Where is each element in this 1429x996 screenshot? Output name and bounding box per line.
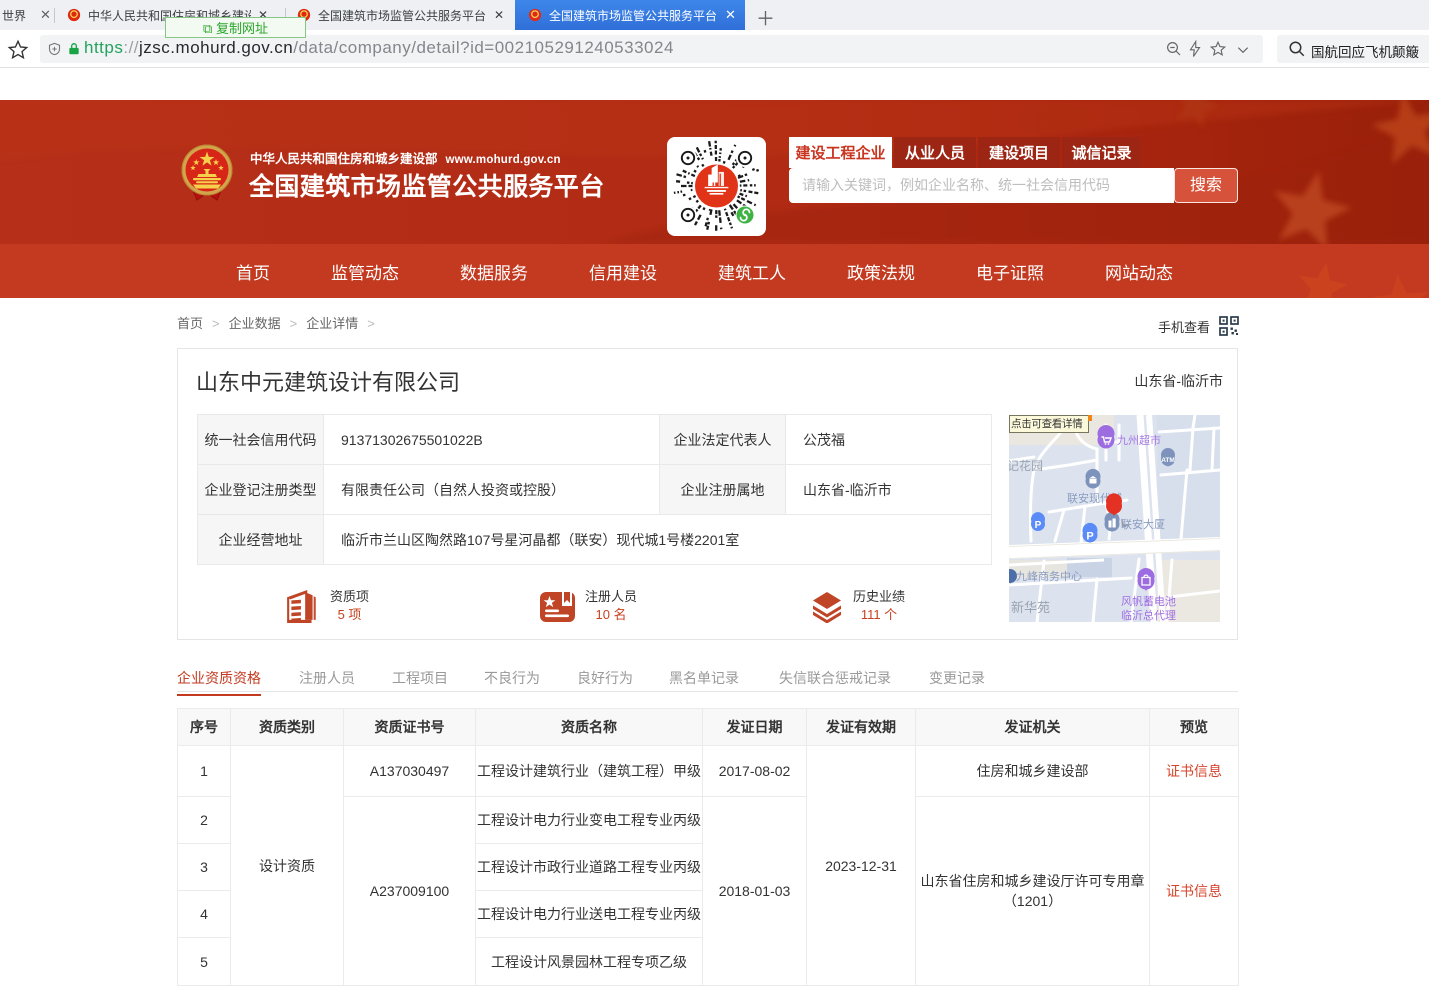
svg-text:九州超市: 九州超市 [1117,433,1161,447]
svg-text:新华苑: 新华苑 [1011,600,1050,615]
svg-text:九峰商务中心: 九峰商务中心 [1016,569,1082,583]
svg-text:ATM: ATM [1161,457,1175,464]
svg-text:P: P [1086,531,1093,543]
svg-text:风帆蓄电池: 风帆蓄电池 [1121,594,1176,608]
svg-text:联安大厦: 联安大厦 [1121,517,1165,531]
svg-text:临沂总代理: 临沂总代理 [1121,608,1176,622]
svg-text:记花园: 记花园 [1009,458,1043,473]
svg-text:P: P [1035,520,1042,531]
